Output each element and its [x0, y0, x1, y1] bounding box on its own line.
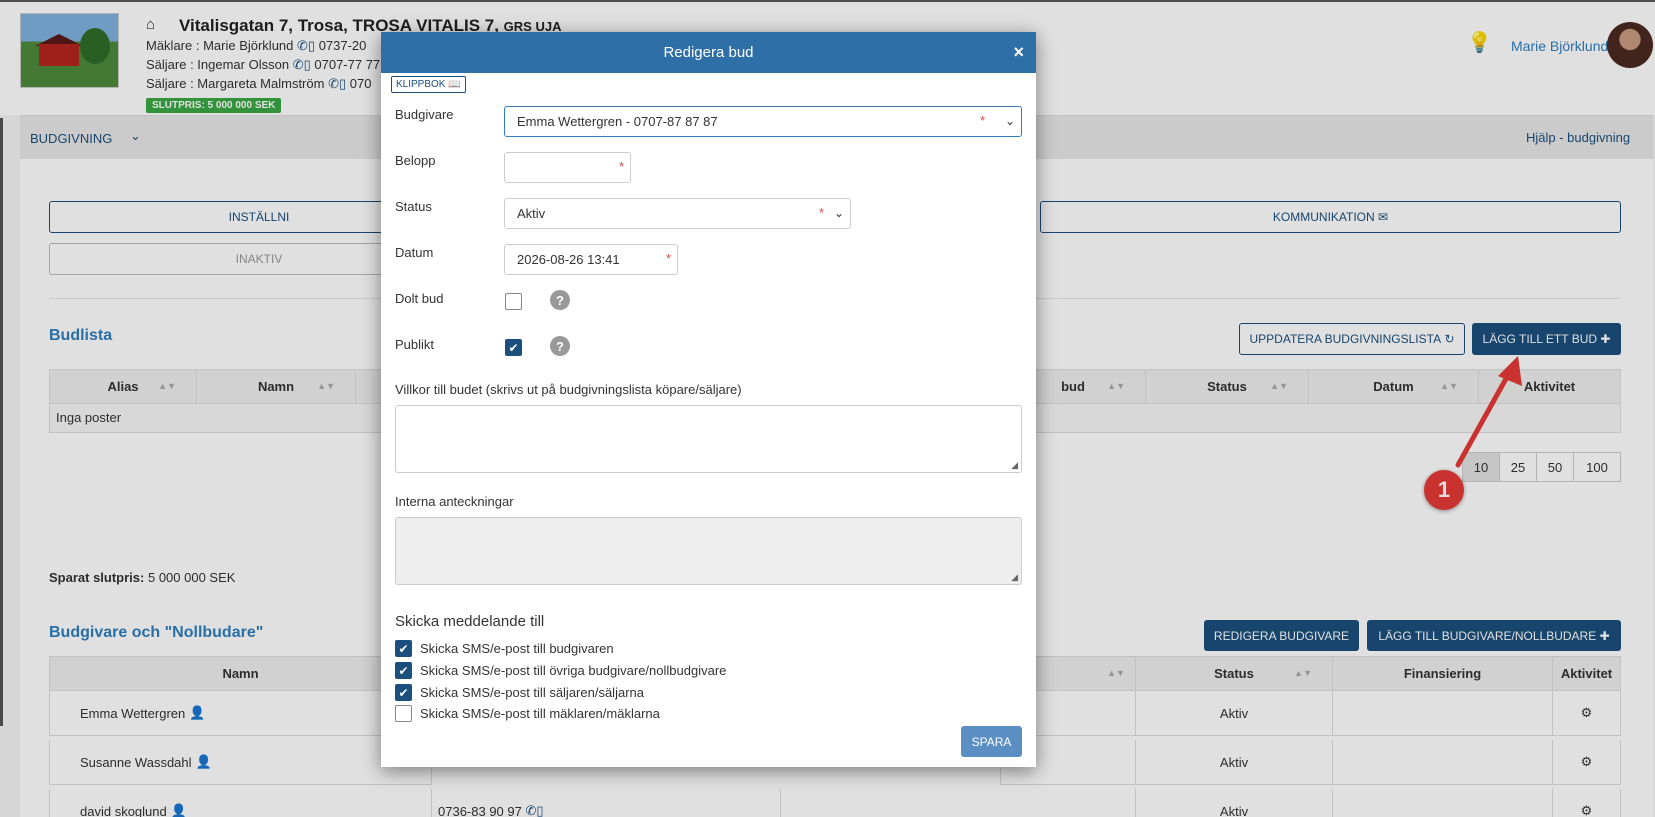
belopp-input[interactable]: * — [504, 152, 631, 183]
help-icon[interactable]: ? — [550, 336, 570, 356]
budgivare-select[interactable]: Emma Wettergren - 0707-87 87 87 * ⌄ — [504, 106, 1022, 137]
interna-label: Interna anteckningar — [395, 494, 514, 509]
resize-handle-icon[interactable]: ◢ — [1011, 460, 1018, 471]
help-icon[interactable]: ? — [550, 290, 570, 310]
status-label: Status — [395, 199, 432, 214]
modal-title: Redigera bud — [663, 44, 754, 61]
datum-input[interactable]: 2026-08-26 13:41 * — [504, 244, 678, 275]
datum-label: Datum — [395, 245, 434, 260]
book-icon: 📖 — [448, 79, 461, 90]
required-marker: * — [979, 113, 985, 128]
modal-header: Redigera bud × — [381, 32, 1036, 73]
send-checkbox[interactable]: ✔ — [395, 640, 412, 657]
send-option-maklaren[interactable]: Skicka SMS/e-post till mäklaren/mäklarna — [395, 705, 660, 722]
belopp-label: Belopp — [395, 153, 436, 168]
klippbok-button[interactable]: KLIPPBOK 📖 — [391, 76, 466, 93]
chevron-down-icon: ⌄ — [833, 206, 844, 220]
redigera-bud-modal: Redigera bud × KLIPPBOK 📖 Budgivare Emma… — [381, 32, 1036, 767]
status-select[interactable]: Aktiv * ⌄ — [504, 198, 851, 229]
dolt-bud-checkbox[interactable] — [505, 293, 522, 310]
send-option-ovriga[interactable]: ✔ Skicka SMS/e-post till övriga budgivare… — [395, 662, 726, 679]
required-marker: * — [818, 205, 824, 220]
villkor-label: Villkor till budet (skrivs ut på budgivn… — [395, 382, 742, 397]
send-checkbox[interactable]: ✔ — [395, 684, 412, 701]
send-option-saljaren[interactable]: ✔ Skicka SMS/e-post till säljaren/säljarn… — [395, 684, 644, 701]
resize-handle-icon[interactable]: ◢ — [1011, 572, 1018, 583]
send-title: Skicka meddelande till — [395, 613, 545, 630]
villkor-textarea[interactable]: ◢ — [395, 405, 1022, 473]
save-button[interactable]: SPARA — [961, 726, 1022, 757]
required-marker: * — [618, 159, 624, 174]
publikt-checkbox[interactable]: ✔ — [505, 339, 522, 356]
chevron-down-icon: ⌄ — [1004, 114, 1015, 128]
send-option-budgivaren[interactable]: ✔ Skicka SMS/e-post till budgivaren — [395, 640, 614, 657]
required-marker: * — [665, 251, 671, 266]
send-checkbox[interactable]: ✔ — [395, 662, 412, 679]
close-icon[interactable]: × — [1013, 42, 1024, 63]
budgivare-label: Budgivare — [395, 107, 454, 122]
send-checkbox[interactable] — [395, 705, 412, 722]
interna-textarea[interactable]: ◢ — [395, 517, 1022, 585]
publikt-label: Publikt — [395, 337, 435, 352]
dolt-bud-label: Dolt bud — [395, 291, 444, 306]
